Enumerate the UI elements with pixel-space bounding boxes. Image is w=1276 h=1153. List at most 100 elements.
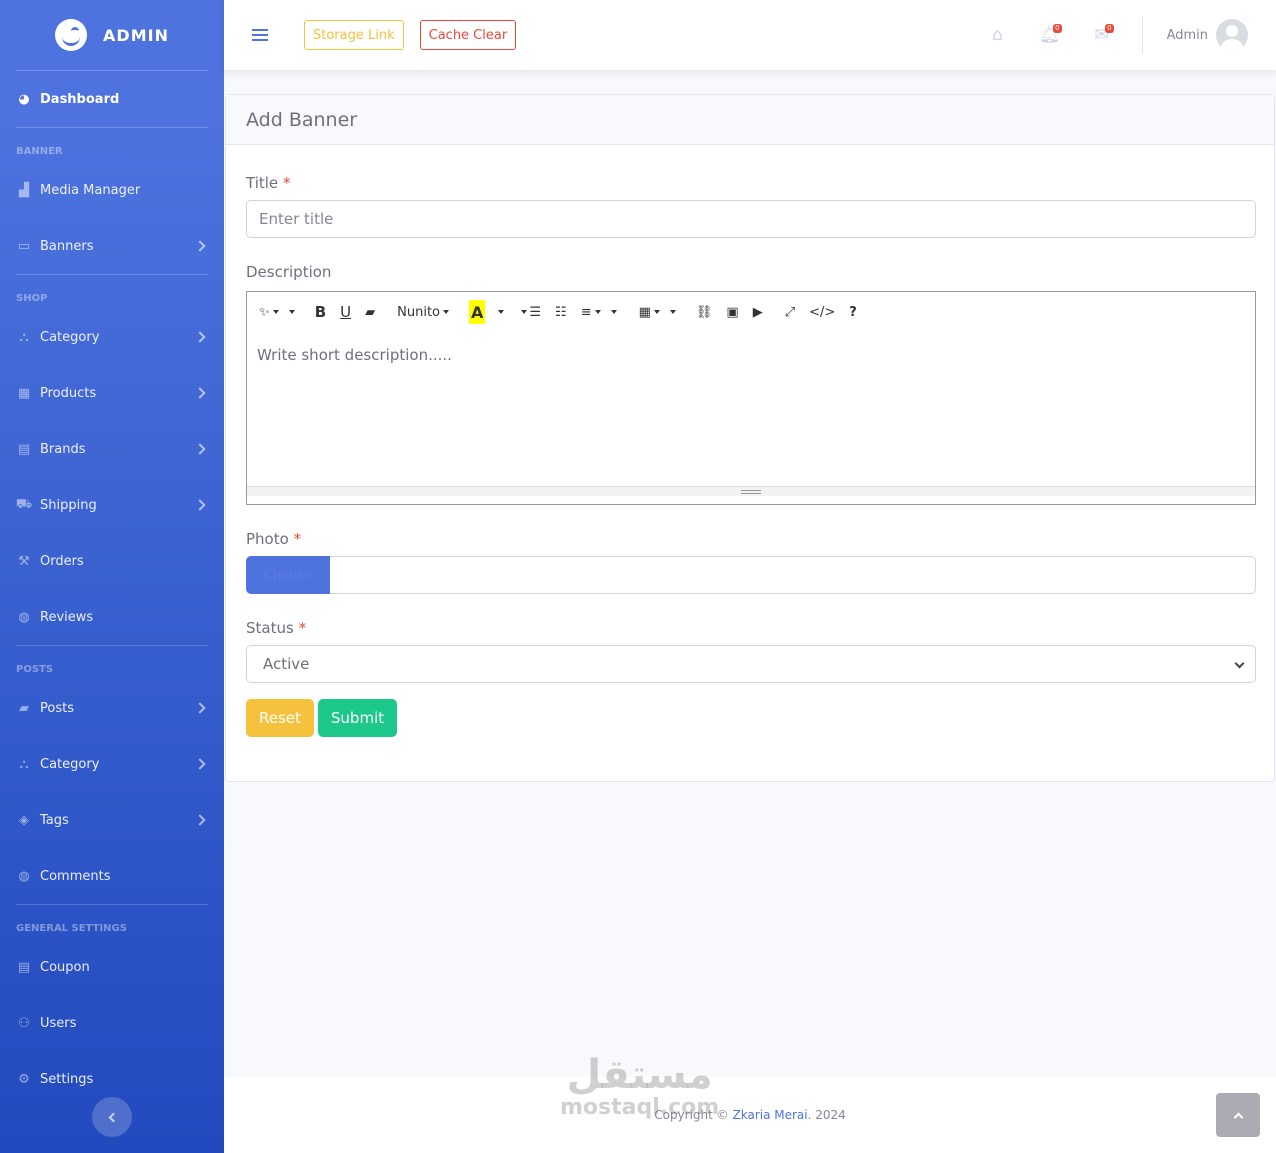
- sidebar-heading-shop: SHOP: [16, 293, 48, 304]
- photo-label: Photo *: [246, 530, 302, 548]
- sidebar-item-coupon[interactable]: ▤ Coupon: [0, 939, 224, 995]
- sidebar-item-label: Products: [40, 385, 97, 401]
- sidebar: ADMIN ◕ Dashboard BANNER ▟ Media Manager…: [0, 0, 224, 1153]
- link-icon[interactable]: ⛓: [696, 300, 713, 324]
- sidebar-item-users[interactable]: ⚇ Users: [0, 995, 224, 1051]
- underline-icon[interactable]: U: [340, 300, 351, 324]
- sidebar-item-label: Coupon: [40, 959, 90, 975]
- sidebar-item-label: Tags: [40, 812, 69, 828]
- messages-badge: 0: [1105, 24, 1114, 33]
- photo-file-input: Choose: [246, 556, 1256, 594]
- ordered-list-icon[interactable]: ☷: [555, 300, 567, 324]
- sidebar-item-label: Orders: [40, 553, 84, 569]
- sidebar-item-label: Category: [40, 329, 100, 345]
- sitemap-icon: ⛬: [19, 329, 29, 345]
- bell-icon[interactable]: 🔔︎ 0: [1024, 0, 1076, 70]
- editor-resize-handle[interactable]: [247, 486, 1255, 496]
- sidebar-item-posts[interactable]: ▰ Posts: [0, 680, 224, 736]
- eraser-icon[interactable]: ▰: [365, 300, 375, 324]
- chevron-down-icon: [1234, 658, 1245, 669]
- sidebar-item-label: Reviews: [40, 609, 94, 625]
- help-icon[interactable]: ?: [849, 300, 857, 324]
- cache-clear-button[interactable]: Cache Clear: [419, 20, 517, 50]
- form-body: Title * Enter title Description ✨︎ B U ▰…: [226, 174, 1274, 737]
- tags-icon: ◈: [19, 812, 29, 828]
- users-icon: ⚇: [18, 1015, 30, 1031]
- chevron-right-icon: [194, 443, 206, 455]
- sidebar-item-orders[interactable]: ⚒ Orders: [0, 533, 224, 589]
- table-icon[interactable]: ▦: [639, 300, 676, 324]
- sidebar-item-label: Brands: [40, 441, 86, 457]
- fullscreen-icon[interactable]: ⤢: [785, 300, 795, 324]
- sidebar-item-label: Category: [40, 756, 100, 772]
- sidebar-heading-posts: POSTS: [16, 664, 54, 675]
- brand-name: ADMIN: [103, 25, 169, 45]
- sidebar-brand[interactable]: ADMIN: [0, 0, 224, 70]
- tachometer-icon: ◕: [18, 91, 30, 107]
- font-color-icon[interactable]: A: [469, 300, 486, 324]
- sidebar-toggle-button[interactable]: [92, 1097, 132, 1137]
- sidebar-item-shop-category[interactable]: ⛬ Category: [0, 309, 224, 365]
- sidebar-item-comments[interactable]: ◍ Comments: [0, 848, 224, 904]
- sidebar-item-brands[interactable]: ▤ Brands: [0, 421, 224, 477]
- required-mark: *: [298, 619, 307, 637]
- storage-link-button[interactable]: Storage Link: [304, 20, 404, 50]
- picture-icon[interactable]: ▣: [726, 300, 738, 324]
- sidebar-item-label: Users: [40, 1015, 77, 1031]
- avatar[interactable]: [1216, 19, 1248, 51]
- code-view-icon[interactable]: </>: [809, 300, 835, 324]
- sidebar-item-post-category[interactable]: ⛬ Category: [0, 736, 224, 792]
- sidebar-item-banners[interactable]: ▭ Banners: [0, 218, 224, 274]
- folder-icon: ▰: [19, 700, 29, 716]
- sidebar-item-shipping[interactable]: ⛟ Shipping: [0, 477, 224, 533]
- user-name[interactable]: Admin: [1167, 28, 1208, 43]
- editor-toolbar: ✨︎ B U ▰ Nunito A ☰ ☷ ≡ ▦ ⛓ ▣ ▶ ⤢ </> ?: [247, 292, 1255, 332]
- watermark: مستقل mostaql.com: [560, 1052, 719, 1119]
- home-icon[interactable]: ⌂: [972, 0, 1024, 70]
- chevron-right-icon: [194, 814, 206, 826]
- image-icon: ▭: [17, 238, 31, 254]
- sidebar-item-media-manager[interactable]: ▟ Media Manager: [0, 162, 224, 218]
- sidebar-heading-banner: BANNER: [16, 146, 63, 157]
- bold-icon[interactable]: B: [315, 300, 326, 324]
- chevron-right-icon: [194, 702, 206, 714]
- status-label: Status *: [246, 619, 307, 637]
- sidebar-item-products[interactable]: ▦ Products: [0, 365, 224, 421]
- scroll-to-top-button[interactable]: [1216, 1093, 1260, 1137]
- color-caret-icon[interactable]: [495, 300, 505, 324]
- paragraph-align-icon[interactable]: ≡: [581, 300, 617, 324]
- unordered-list-icon[interactable]: ☰: [518, 300, 541, 324]
- sidebar-item-reviews[interactable]: ◍ Reviews: [0, 589, 224, 645]
- author-link[interactable]: Zkaria Merai: [733, 1108, 808, 1122]
- font-family-dropdown[interactable]: Nunito: [397, 300, 449, 324]
- chevron-right-icon: [194, 499, 206, 511]
- status-select[interactable]: Active: [246, 645, 1256, 683]
- menu-toggle-icon[interactable]: [252, 29, 268, 41]
- status-value: Active: [263, 655, 310, 673]
- description-textarea[interactable]: Write short description.....: [247, 332, 1255, 378]
- description-editor: ✨︎ B U ▰ Nunito A ☰ ☷ ≡ ▦ ⛓ ▣ ▶ ⤢ </> ? …: [246, 291, 1256, 505]
- sidebar-item-label: Posts: [40, 700, 74, 716]
- sidebar-item-label: Media Manager: [40, 182, 141, 198]
- choose-button[interactable]: Choose: [246, 556, 330, 594]
- truck-icon: ⛟: [15, 496, 33, 512]
- sidebar-item-tags[interactable]: ◈ Tags: [0, 792, 224, 848]
- title-label: Title *: [246, 174, 291, 192]
- envelope-icon[interactable]: ✉ 0: [1076, 0, 1128, 70]
- chevron-right-icon: [194, 331, 206, 343]
- submit-button[interactable]: Submit: [317, 699, 398, 737]
- photo-path-field[interactable]: [330, 556, 1256, 594]
- topbar-icons: ⌂ 🔔︎ 0 ✉ 0 Admin: [972, 0, 1276, 70]
- video-icon[interactable]: ▶: [753, 300, 763, 324]
- brand-logo-icon: [55, 19, 88, 51]
- topbar-divider: [1141, 16, 1143, 54]
- reset-button[interactable]: Reset: [246, 699, 314, 737]
- magic-style-icon[interactable]: ✨︎: [259, 300, 295, 324]
- table-icon: ▤: [17, 441, 31, 457]
- sidebar-item-dashboard[interactable]: ◕ Dashboard: [0, 71, 224, 127]
- comments-icon: ◍: [18, 609, 30, 625]
- title-input[interactable]: Enter title: [246, 200, 1256, 238]
- table-icon: ▤: [17, 959, 31, 975]
- topbar: Storage Link Cache Clear ⌂ 🔔︎ 0 ✉ 0 Admin: [224, 0, 1276, 70]
- required-mark: *: [293, 530, 302, 548]
